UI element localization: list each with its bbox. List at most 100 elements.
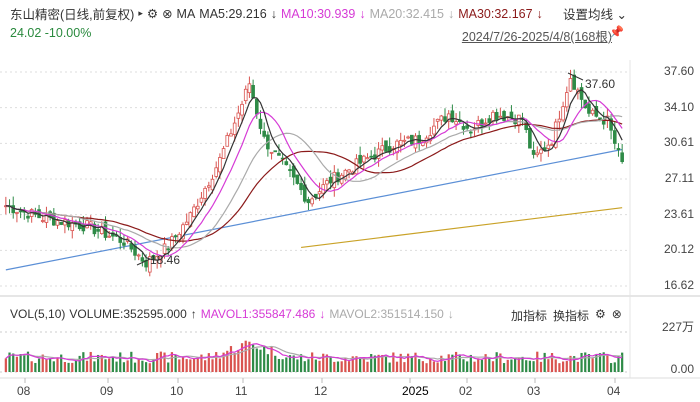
candle xyxy=(616,148,621,151)
y-tick-label: 27.11 xyxy=(664,171,694,185)
candle xyxy=(96,229,100,232)
volume-bar xyxy=(130,351,133,372)
kline-chart[interactable]: 37.60 18.46 xyxy=(0,0,700,402)
volume-bar xyxy=(329,356,332,372)
candle xyxy=(369,155,374,158)
volume-bar xyxy=(432,361,436,372)
candle xyxy=(380,145,385,151)
volume-bar xyxy=(196,357,199,372)
candle xyxy=(199,197,204,203)
volume-bar xyxy=(609,363,613,372)
candle xyxy=(218,157,222,173)
x-tick-label: 12 xyxy=(314,384,328,398)
volume-bar xyxy=(502,363,506,372)
candle xyxy=(328,176,333,184)
volume-bar xyxy=(211,359,214,372)
volume-bar xyxy=(421,361,424,372)
volume-bar xyxy=(181,357,185,372)
candle xyxy=(539,149,543,154)
candle xyxy=(454,121,458,125)
candle xyxy=(295,174,300,184)
candle xyxy=(240,103,244,116)
volume-bar xyxy=(384,355,388,372)
candle xyxy=(166,248,171,251)
volume-bar xyxy=(12,353,15,372)
volume-bar xyxy=(189,359,192,372)
volume-bar xyxy=(443,361,447,372)
volume-bar xyxy=(462,359,465,372)
volume-bar xyxy=(104,359,107,372)
volume-bar xyxy=(554,359,557,372)
candle xyxy=(461,126,466,130)
volume-bar xyxy=(425,363,428,372)
volume-bar xyxy=(45,358,48,372)
volume-bar xyxy=(67,362,70,372)
high-label: 37.60 xyxy=(585,77,615,91)
volume-bar xyxy=(410,355,413,372)
volume-bar xyxy=(185,359,188,372)
volume-bar xyxy=(311,352,314,372)
volume-bar xyxy=(259,349,262,372)
volume-bar xyxy=(359,357,362,372)
volume-bar xyxy=(480,359,484,372)
volume-bar xyxy=(281,359,284,372)
candle xyxy=(598,117,602,120)
candle xyxy=(439,115,444,121)
volume-bar xyxy=(528,360,531,372)
ma60-line xyxy=(5,148,623,271)
candle xyxy=(550,144,554,146)
volume-bar xyxy=(562,361,565,372)
volume-bar xyxy=(141,360,144,372)
volume-bar xyxy=(148,363,151,372)
volume-bar xyxy=(218,358,221,372)
volume-bar xyxy=(137,359,140,372)
volume-bar xyxy=(15,356,19,372)
volume-bar xyxy=(576,361,579,372)
volume-bar xyxy=(521,356,524,372)
volume-bar xyxy=(307,359,310,372)
volume-bar xyxy=(82,352,85,372)
volume-bar xyxy=(23,354,26,372)
candle xyxy=(402,139,407,142)
candle xyxy=(55,220,60,226)
candle xyxy=(310,198,314,205)
volume-bar xyxy=(207,353,210,372)
volume-bar xyxy=(19,354,22,372)
candle xyxy=(443,116,447,122)
candle xyxy=(306,199,311,204)
candle xyxy=(302,184,307,202)
candle xyxy=(170,236,174,249)
volume-bar xyxy=(477,358,480,372)
volume-bar xyxy=(606,354,609,372)
candle xyxy=(122,242,126,246)
candle xyxy=(254,98,259,115)
volume-bar xyxy=(167,362,170,372)
candle xyxy=(195,205,200,210)
volume-bar xyxy=(93,361,96,372)
volume-bar xyxy=(525,360,528,372)
volume-bar xyxy=(318,360,321,372)
ma120-line xyxy=(301,207,623,249)
volume-bar xyxy=(97,354,100,372)
volume-bar xyxy=(263,345,266,372)
candle xyxy=(299,183,303,191)
low-label: 18.46 xyxy=(150,253,180,267)
volume-bar xyxy=(495,352,498,372)
candle xyxy=(450,110,455,123)
candle xyxy=(26,215,30,219)
candle xyxy=(398,140,403,146)
volume-bar xyxy=(144,362,148,372)
volume-bar xyxy=(458,354,461,372)
candle xyxy=(140,257,145,262)
candle xyxy=(572,74,576,90)
volume-bar xyxy=(447,354,450,372)
candle xyxy=(620,152,624,163)
volume-bar xyxy=(78,355,81,372)
volume-bar xyxy=(296,359,299,372)
candle xyxy=(173,235,178,238)
volume-bar xyxy=(89,351,92,372)
x-tick-label: 08 xyxy=(17,384,31,398)
volume-bar xyxy=(539,361,543,372)
candle xyxy=(347,169,351,173)
volume-bar xyxy=(119,352,122,372)
